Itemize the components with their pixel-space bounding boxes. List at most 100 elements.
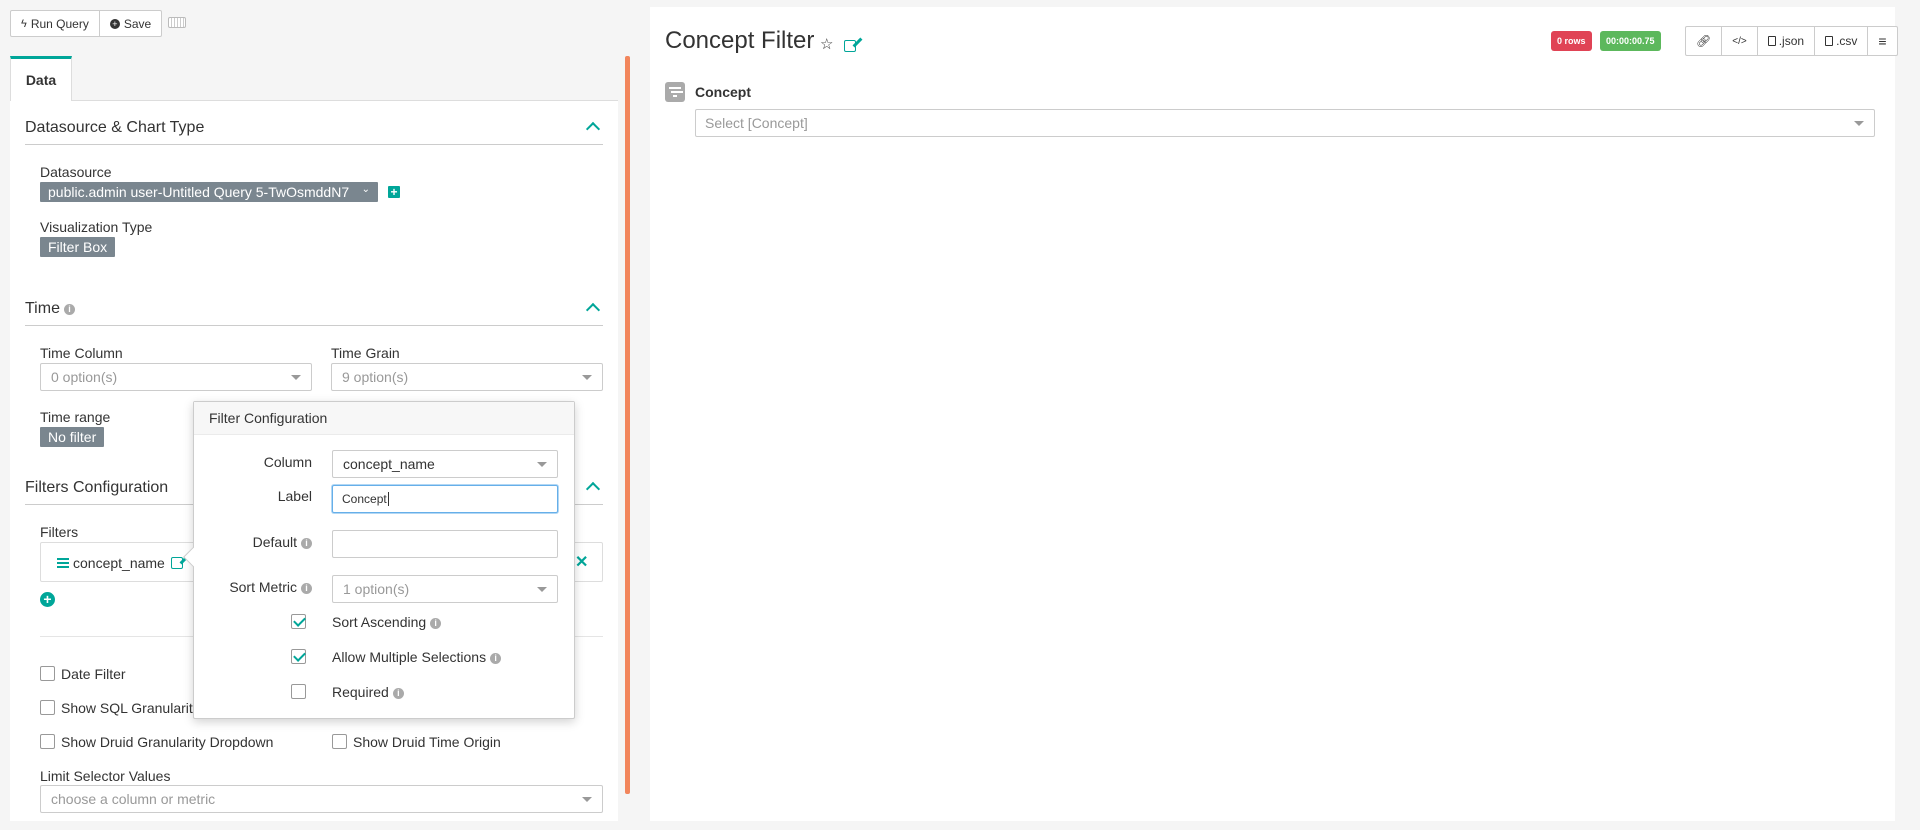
info-icon[interactable]: i	[392, 688, 404, 699]
info-icon[interactable]: i	[490, 653, 502, 664]
filters-label: Filters	[40, 524, 79, 540]
time-grain-placeholder: 9 option(s)	[342, 369, 409, 385]
filter-item-label: concept_name	[73, 555, 165, 571]
code-icon: </>	[1732, 35, 1747, 47]
info-icon[interactable]: i	[301, 538, 312, 549]
label-label: Label	[277, 488, 312, 504]
section-divider	[25, 144, 603, 145]
text-cursor	[387, 492, 389, 506]
section-divider	[25, 325, 603, 326]
allow-multiple-label: Allow Multiple Selections i	[332, 649, 502, 665]
chart-title[interactable]: Concept Filter	[665, 27, 814, 55]
show-druid-time-origin-checkbox[interactable]	[332, 734, 347, 749]
time-range-label: Time range	[40, 409, 111, 425]
filter-config-popover: Filter Configuration Column concept_name…	[183, 401, 575, 719]
time-section-title-text: Time	[25, 300, 60, 317]
caret-down-icon	[537, 462, 547, 467]
label-input[interactable]: Concept	[332, 485, 558, 513]
required-label-text: Required	[332, 684, 389, 700]
show-druid-granularity-checkbox[interactable]	[40, 734, 55, 749]
limit-selector-select[interactable]: choose a column or metric	[40, 785, 603, 813]
time-column-select[interactable]: 0 option(s)	[40, 363, 312, 391]
bolt-icon: ϟ	[21, 17, 27, 30]
limit-selector-placeholder: choose a column or metric	[51, 791, 216, 807]
control-panel-scrollbar[interactable]	[625, 56, 630, 794]
limit-selector-label: Limit Selector Values	[40, 768, 171, 784]
close-icon[interactable]: ✕	[575, 552, 588, 572]
date-filter-label: Date Filter	[61, 666, 126, 682]
filter-icon	[665, 82, 685, 102]
viz-type-label: Visualization Type	[40, 219, 153, 235]
time-column-placeholder: 0 option(s)	[51, 369, 118, 385]
sort-metric-label: Sort Metric i	[229, 579, 312, 595]
time-section-title[interactable]: Time i	[25, 300, 75, 318]
export-csv-button[interactable]: .csv	[1815, 26, 1869, 56]
filters-section-title[interactable]: Filters Configuration	[25, 479, 168, 497]
sort-metric-select[interactable]: 1 option(s)	[332, 575, 558, 603]
viz-type-select[interactable]: Filter Box	[40, 237, 116, 257]
info-icon[interactable]: i	[63, 304, 75, 315]
run-query-button[interactable]: ϟ Run Query	[10, 10, 100, 37]
add-datasource-icon[interactable]: +	[388, 186, 400, 198]
menu-icon: ≡	[1878, 33, 1887, 49]
save-label: Save	[123, 16, 152, 31]
keyboard-icon[interactable]	[168, 17, 186, 28]
sort-metric-placeholder: 1 option(s)	[343, 581, 410, 597]
caret-down-icon	[291, 375, 301, 380]
show-druid-granularity-label: Show Druid Granularity Dropdown	[61, 734, 274, 750]
star-icon[interactable]: ☆	[820, 35, 833, 53]
time-column-label: Time Column	[40, 345, 123, 361]
edit-icon[interactable]	[171, 557, 183, 569]
edit-icon[interactable]	[844, 40, 856, 52]
explore-toolbar: ϟ Run Query + Save	[10, 10, 163, 37]
caret-down-icon	[582, 797, 592, 802]
caret-down-icon	[582, 375, 592, 380]
embed-code-button[interactable]: </>	[1722, 26, 1758, 56]
show-druid-time-origin-label: Show Druid Time Origin	[353, 734, 501, 750]
popover-title: Filter Configuration	[194, 402, 574, 435]
info-icon[interactable]: i	[430, 618, 442, 629]
column-value: concept_name	[343, 456, 435, 472]
export-json-button[interactable]: .json	[1757, 26, 1816, 56]
column-label: Column	[263, 454, 312, 470]
datasource-label: Datasource	[40, 164, 112, 180]
tab-data[interactable]: Data	[10, 56, 72, 101]
label-input-value: Concept	[342, 492, 387, 506]
query-time-badge: 00:00:00.75	[1600, 31, 1661, 51]
datasource-section-title[interactable]: Datasource & Chart Type	[25, 119, 204, 137]
save-button[interactable]: + Save	[99, 10, 163, 37]
rows-badge: 0 rows	[1551, 31, 1592, 51]
export-json-label: .json	[1778, 34, 1805, 48]
plus-circle-icon: +	[109, 18, 120, 29]
copy-link-button[interactable]: 🔗︎	[1685, 26, 1723, 56]
time-grain-select[interactable]: 9 option(s)	[331, 363, 603, 391]
time-range-select[interactable]: No filter	[40, 427, 105, 447]
chart-actions: 🔗︎ </> .json .csv ≡	[1685, 26, 1898, 56]
time-grain-label: Time Grain	[331, 345, 400, 361]
default-label-text: Default	[252, 534, 297, 550]
drag-handle-icon[interactable]	[57, 558, 69, 568]
caret-down-icon	[1854, 121, 1864, 126]
chevron-down-icon: ⌄	[361, 184, 370, 195]
sort-ascending-label: Sort Ascending i	[332, 614, 442, 630]
file-icon	[1825, 36, 1834, 46]
info-icon[interactable]: i	[301, 583, 312, 594]
add-filter-icon[interactable]: +	[40, 592, 55, 607]
allow-multiple-checkbox[interactable]	[291, 649, 306, 664]
datasource-select[interactable]: public.admin user-Untitled Query 5-TwOsm…	[40, 182, 378, 202]
column-select[interactable]: concept_name	[332, 450, 558, 478]
concept-filter-select[interactable]: Select [Concept]	[695, 109, 1875, 137]
required-checkbox[interactable]	[291, 684, 306, 699]
chart-panel: Concept Filter ☆ 0 rows 00:00:00.75 🔗︎ <…	[650, 7, 1898, 821]
date-filter-checkbox[interactable]	[40, 666, 55, 681]
export-csv-label: .csv	[1836, 34, 1858, 48]
sort-metric-label-text: Sort Metric	[229, 579, 297, 595]
show-sql-granularity-checkbox[interactable]	[40, 700, 55, 715]
sort-ascending-checkbox[interactable]	[291, 614, 306, 629]
filter-box-label: Concept	[695, 84, 751, 100]
concept-filter-placeholder: Select [Concept]	[705, 115, 808, 131]
sort-ascending-label-text: Sort Ascending	[332, 614, 427, 630]
more-menu-button[interactable]: ≡	[1868, 26, 1898, 56]
default-input[interactable]	[332, 530, 558, 558]
control-tabs: Data	[10, 56, 618, 101]
